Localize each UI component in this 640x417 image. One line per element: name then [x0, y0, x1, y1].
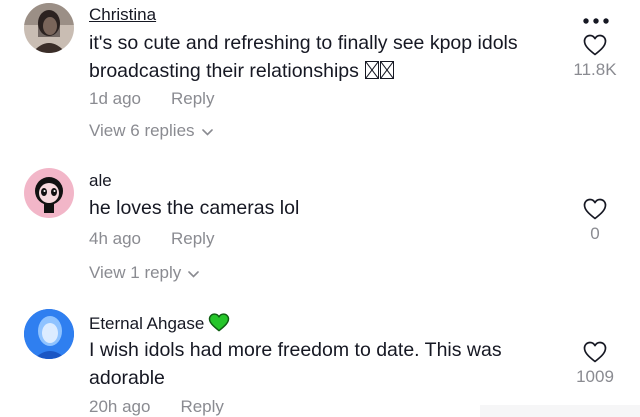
comment-time: 20h ago	[89, 397, 151, 416]
avatar[interactable]	[24, 309, 74, 359]
reply-button[interactable]: Reply	[171, 89, 214, 108]
view-replies-label: View 1 reply	[89, 263, 182, 282]
comment-text-body: it's so cute and refreshing to finally s…	[89, 32, 518, 82]
comment-username[interactable]: Eternal Ahgase	[89, 313, 230, 337]
view-replies-label: View 6 replies	[89, 121, 195, 140]
comment-username[interactable]: Christina	[89, 5, 156, 25]
bottom-overlay	[480, 405, 640, 417]
unsupported-glyph-icon	[380, 61, 395, 79]
comment-username-text: Eternal Ahgase	[89, 314, 205, 333]
comment-meta: 1d ago Reply	[89, 89, 214, 109]
green-heart-icon	[208, 313, 230, 337]
chevron-down-icon	[188, 263, 200, 283]
comment-text: it's so cute and refreshing to finally s…	[89, 29, 559, 85]
like-button[interactable]: 11.8K	[565, 34, 625, 80]
comment-meta: 4h ago Reply	[89, 229, 214, 249]
reply-button[interactable]: Reply	[171, 229, 214, 248]
like-button[interactable]: 0	[565, 198, 625, 244]
chevron-down-icon	[201, 121, 213, 141]
comment-time: 1d ago	[89, 89, 141, 108]
like-count: 11.8K	[573, 60, 617, 79]
comment-text: I wish idols had more freedom to date. T…	[89, 339, 502, 389]
view-replies-button[interactable]: View 6 replies	[89, 121, 213, 141]
comment-text: he loves the cameras lol	[89, 197, 300, 219]
avatar[interactable]	[24, 168, 74, 218]
heart-outline-icon	[565, 341, 625, 363]
comment-time: 4h ago	[89, 229, 141, 248]
more-options-icon[interactable]	[582, 12, 610, 24]
like-count: 1009	[576, 367, 614, 386]
reply-button[interactable]: Reply	[180, 397, 223, 416]
view-replies-button[interactable]: View 1 reply	[89, 263, 200, 283]
unsupported-glyph-icon	[365, 61, 380, 79]
avatar[interactable]	[24, 3, 74, 53]
heart-outline-icon	[565, 198, 625, 220]
like-button[interactable]: 1009	[565, 341, 625, 387]
comment-username[interactable]: ale	[89, 171, 112, 191]
like-count: 0	[590, 224, 600, 243]
comment-meta: 20h ago Reply	[89, 397, 224, 417]
heart-outline-icon	[565, 34, 625, 56]
